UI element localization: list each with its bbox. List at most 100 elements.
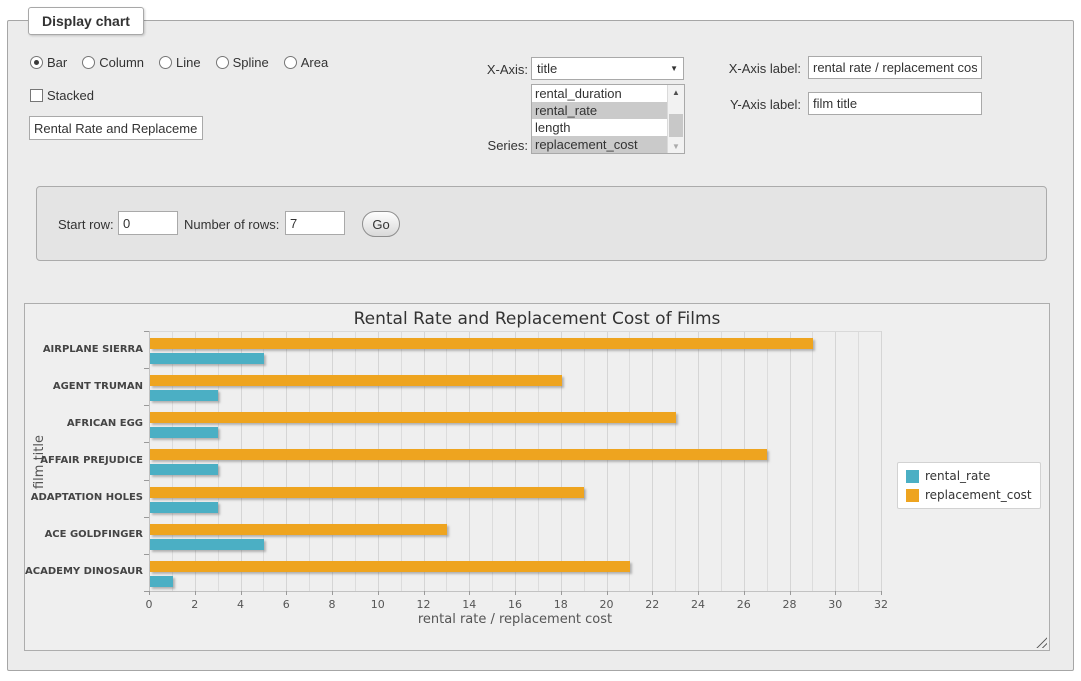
bar-replacement_cost: [150, 412, 676, 423]
resize-grip-icon[interactable]: [1036, 637, 1047, 648]
gridline: [790, 331, 791, 591]
value-tick-label: 10: [363, 598, 393, 611]
category-label: AGENT TRUMAN: [25, 381, 143, 392]
x-axis-select-label: X-Axis:: [440, 62, 528, 77]
chart-type-radio-group: Bar Column Line Spline Area: [30, 55, 328, 70]
value-tick: [469, 591, 470, 595]
gridline: [401, 331, 402, 591]
value-tick: [790, 591, 791, 595]
radio-area[interactable]: Area: [284, 55, 328, 70]
series-listbox[interactable]: rental_durationrental_ratelengthreplacem…: [531, 84, 685, 154]
x-axis-title: rental rate / replacement cost: [149, 612, 881, 627]
gridline: [241, 331, 242, 591]
number-of-rows-input[interactable]: [285, 211, 345, 235]
x-axis-label-label: X-Axis label:: [690, 61, 801, 76]
value-tick: [286, 591, 287, 595]
radio-column[interactable]: Column: [82, 55, 144, 70]
value-tick-label: 28: [775, 598, 805, 611]
radio-bar[interactable]: Bar: [30, 55, 67, 70]
category-tick: [144, 442, 149, 443]
x-axis-select-value: title: [537, 61, 557, 76]
radio-icon[interactable]: [284, 56, 297, 69]
value-tick: [332, 591, 333, 595]
radio-icon[interactable]: [30, 56, 43, 69]
page: Display chart Bar Column Line Spline Area St…: [0, 0, 1081, 681]
gridline: [561, 331, 562, 591]
value-tick: [835, 591, 836, 595]
gridline: [378, 331, 379, 591]
gridline: [607, 331, 608, 591]
scrollbar-thumb[interactable]: [669, 114, 683, 137]
value-tick: [424, 591, 425, 595]
radio-icon[interactable]: [159, 56, 172, 69]
bar-rental_rate: [150, 539, 264, 550]
category-tick: [144, 368, 149, 369]
listbox-scrollbar[interactable]: ▲ ▼: [667, 85, 684, 153]
gridline: [767, 331, 768, 591]
series-option-rental_duration[interactable]: rental_duration: [532, 85, 684, 102]
radio-icon[interactable]: [216, 56, 229, 69]
x-axis-label-input[interactable]: [808, 56, 982, 79]
bar-replacement_cost: [150, 449, 767, 460]
radio-label: Bar: [47, 55, 67, 70]
legend-item-rental_rate[interactable]: rental_rate: [906, 469, 1032, 483]
value-tick: [607, 591, 608, 595]
fieldset-legend: Display chart: [28, 7, 144, 35]
category-label: AIRPLANE SIERRA: [25, 344, 143, 355]
gridline: [881, 331, 882, 591]
value-tick: [561, 591, 562, 595]
series-options: rental_durationrental_ratelengthreplacem…: [532, 85, 684, 153]
x-axis-select[interactable]: title ▼: [531, 57, 684, 80]
value-tick-label: 2: [180, 598, 210, 611]
chart-title: Rental Rate and Replacement Cost of Film…: [25, 309, 1049, 329]
gridline: [218, 331, 219, 591]
stacked-label: Stacked: [47, 88, 94, 103]
series-option-length[interactable]: length: [532, 119, 684, 136]
value-tick-label: 12: [409, 598, 439, 611]
value-tick: [241, 591, 242, 595]
radio-label: Column: [99, 55, 144, 70]
radio-icon[interactable]: [82, 56, 95, 69]
series-option-replacement_cost[interactable]: replacement_cost: [532, 136, 684, 153]
value-tick-label: 18: [546, 598, 576, 611]
value-tick-label: 16: [500, 598, 530, 611]
category-axis-line: [149, 331, 150, 591]
category-tick: [144, 480, 149, 481]
gridline: [515, 331, 516, 591]
legend-item-replacement_cost[interactable]: replacement_cost: [906, 488, 1032, 502]
category-label: AFFAIR PREJUDICE: [25, 455, 143, 466]
go-button[interactable]: Go: [362, 211, 400, 237]
gridline: [858, 331, 859, 591]
legend-swatch-icon: [906, 470, 919, 483]
scroll-up-icon[interactable]: ▲: [668, 85, 684, 99]
start-row-label: Start row:: [58, 217, 114, 232]
category-tick: [144, 517, 149, 518]
bar-rental_rate: [150, 502, 218, 513]
radio-line[interactable]: Line: [159, 55, 201, 70]
bar-rental_rate: [150, 464, 218, 475]
series-option-rental_rate[interactable]: rental_rate: [532, 102, 684, 119]
category-tick: [144, 331, 149, 332]
bar-replacement_cost: [150, 375, 562, 386]
stacked-checkbox[interactable]: Stacked: [30, 88, 94, 103]
value-tick: [149, 591, 150, 595]
value-tick-label: 30: [820, 598, 850, 611]
start-row-input[interactable]: [118, 211, 178, 235]
gridline: [195, 331, 196, 591]
y-axis-label-label: Y-Axis label:: [690, 97, 801, 112]
radio-label: Line: [176, 55, 201, 70]
value-tick-label: 0: [134, 598, 164, 611]
checkbox-icon[interactable]: [30, 89, 43, 102]
gridline: [469, 331, 470, 591]
gridline: [286, 331, 287, 591]
scroll-down-icon[interactable]: ▼: [668, 139, 684, 153]
bar-replacement_cost: [150, 487, 584, 498]
chart-title-input[interactable]: [29, 116, 203, 140]
category-tick: [144, 554, 149, 555]
y-axis-label-input[interactable]: [808, 92, 982, 115]
value-tick-label: 20: [592, 598, 622, 611]
bar-rental_rate: [150, 576, 173, 587]
radio-spline[interactable]: Spline: [216, 55, 269, 70]
bar-rental_rate: [150, 427, 218, 438]
category-tick: [144, 405, 149, 406]
